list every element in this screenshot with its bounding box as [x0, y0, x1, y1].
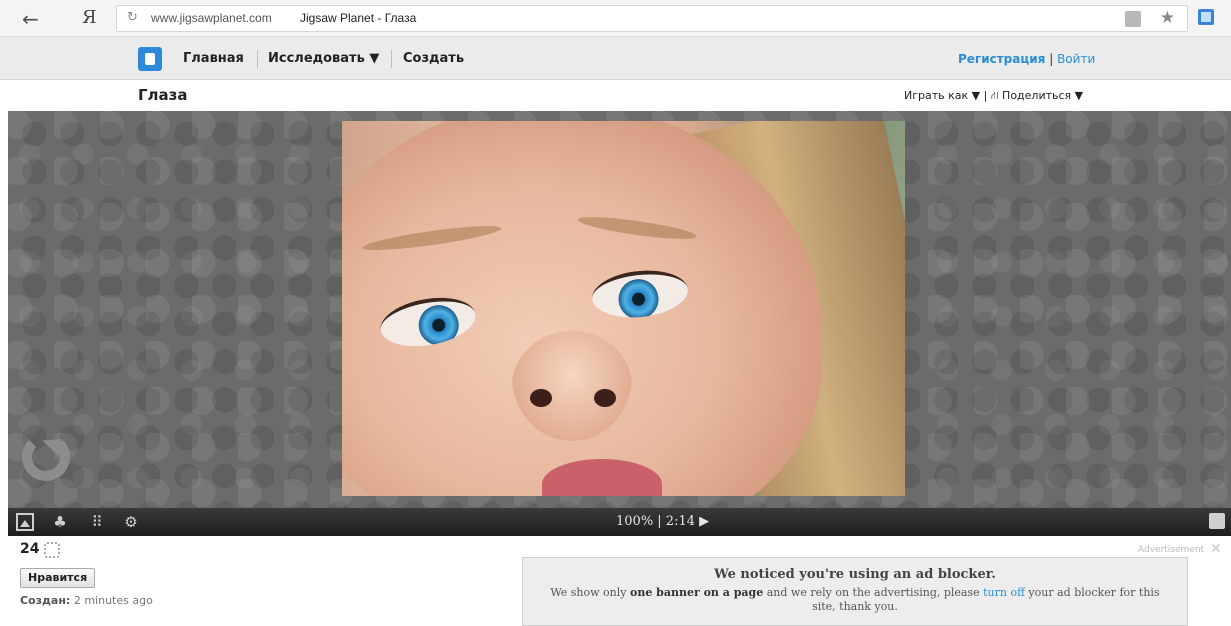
scatter-pieces-icon[interactable]: ⠿: [88, 513, 106, 531]
puzzle-image-nose: [512, 331, 632, 441]
page-title: Глаза: [138, 86, 188, 104]
url-page-title: Jigsaw Planet - Глаза: [300, 11, 417, 25]
auth-links: Регистрация | Войти: [958, 52, 1095, 66]
nav-explore[interactable]: Исследовать ▼: [268, 51, 379, 66]
reload-icon[interactable]: ↻: [127, 10, 138, 25]
adblock-heading: We noticed you're using an ad blocker.: [714, 567, 996, 582]
piece-count: 24: [20, 541, 40, 557]
play-share-controls: Играть как ▼ | ⛙ Поделиться ▼: [904, 89, 1083, 104]
back-arrow-icon[interactable]: ←: [22, 7, 39, 31]
lock-icon[interactable]: [1125, 11, 1141, 27]
settings-gear-icon[interactable]: ⚙: [122, 513, 140, 531]
nav-create[interactable]: Создать: [403, 51, 464, 66]
yandex-logo-icon[interactable]: Я: [82, 7, 97, 28]
login-link[interactable]: Войти: [1057, 52, 1095, 66]
puzzle-board[interactable]: [8, 111, 1231, 508]
created-label: Создан:: [20, 594, 71, 607]
turn-off-link[interactable]: turn off: [983, 586, 1025, 599]
restart-icon[interactable]: [22, 433, 70, 481]
share-menu[interactable]: Поделиться ▼: [1002, 89, 1083, 102]
share-icon[interactable]: ⛙: [991, 89, 999, 102]
site-nav: Главная Исследовать ▼ Создать Регистраци…: [0, 37, 1231, 80]
puzzle-image-nostril: [594, 389, 616, 407]
nav-divider: [391, 50, 392, 68]
register-link[interactable]: Регистрация: [958, 52, 1045, 66]
url-domain: www.jigsawplanet.com: [151, 11, 272, 25]
advertisement-label: Advertisement: [1138, 545, 1205, 555]
puzzle-image-nostril: [530, 389, 552, 407]
adblock-text-1: We show only: [550, 586, 630, 599]
bookmark-star-icon[interactable]: ★: [1160, 8, 1175, 28]
nav-divider: [257, 50, 258, 68]
fullscreen-icon[interactable]: [1209, 513, 1225, 529]
created-value: 2 minutes ago: [73, 594, 153, 607]
created-info: Создан: 2 minutes ago: [20, 594, 153, 607]
puzzle-piece-icon: [44, 542, 60, 558]
adblock-text-bold: one banner on a page: [630, 586, 764, 599]
auth-separator: |: [1049, 52, 1054, 66]
puzzle-title-row: Глаза Играть как ▼ | ⛙ Поделиться ▼: [0, 81, 1231, 111]
like-button[interactable]: Нравится: [20, 568, 96, 588]
jigsaw-logo-icon[interactable]: [138, 47, 162, 71]
extension-image-icon[interactable]: [1198, 9, 1214, 25]
progress-timer: 100% | 2:14 ▶: [616, 514, 710, 529]
ghost-image-icon[interactable]: ♣: [51, 513, 69, 531]
puzzle-image-iris: [616, 277, 661, 322]
background-image-icon[interactable]: [16, 513, 34, 531]
play-as-menu[interactable]: Играть как ▼ |: [904, 89, 987, 102]
browser-bar: ← Я ↻ www.jigsawplanet.com Jigsaw Planet…: [0, 0, 1231, 37]
puzzle-toolbar: ♣ ⠿ ⚙ 100% | 2:14 ▶: [8, 508, 1231, 536]
close-ad-icon[interactable]: ✕: [1210, 541, 1222, 557]
adblock-message: We show only one banner on a page and we…: [537, 586, 1173, 614]
adblock-text-2: and we rely on the advertising, please: [763, 586, 984, 599]
puzzle-image[interactable]: [342, 121, 905, 496]
address-bar[interactable]: ↻ www.jigsawplanet.com Jigsaw Planet - Г…: [116, 5, 1188, 32]
adblock-notice: We noticed you're using an ad blocker. W…: [522, 557, 1188, 626]
nav-home[interactable]: Главная: [183, 51, 244, 66]
